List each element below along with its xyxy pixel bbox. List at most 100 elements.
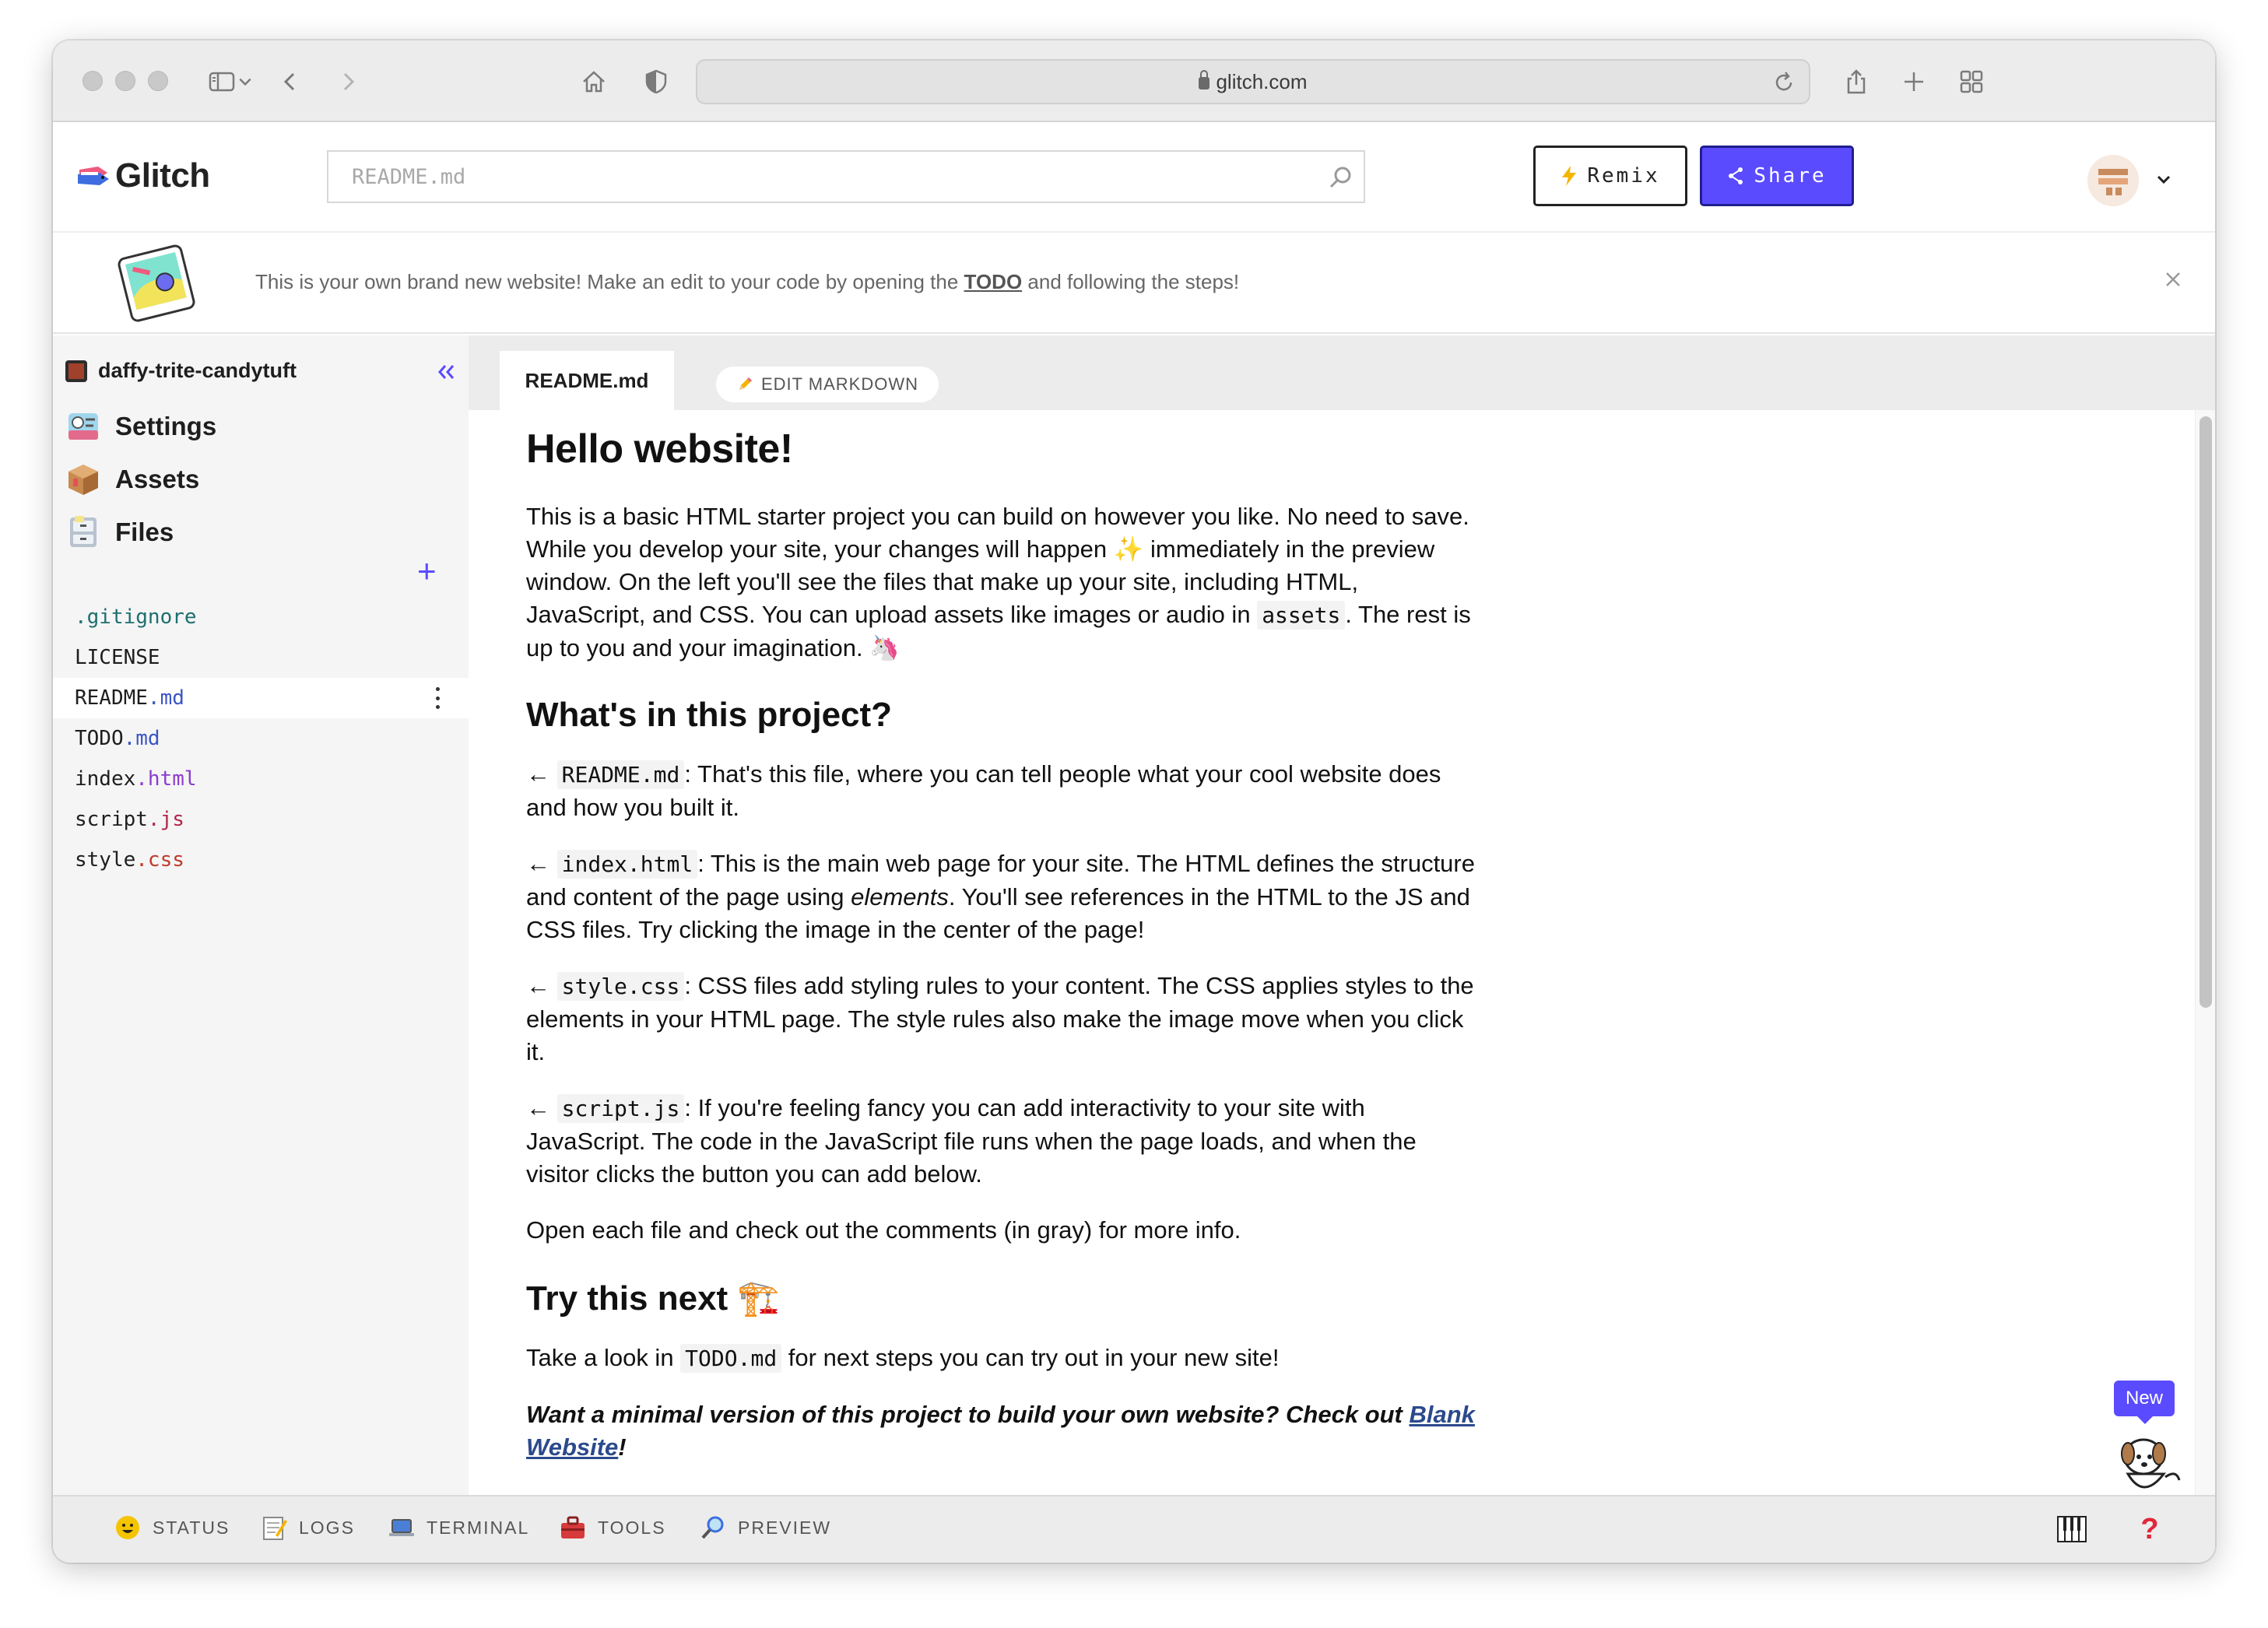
search-input[interactable]: README.md xyxy=(327,150,1365,203)
browser-toolbar: glitch.com xyxy=(53,40,2215,122)
banner-text-end: and following the steps! xyxy=(1022,270,1240,293)
project-item: ← index.html: This is the main web page … xyxy=(526,847,1483,946)
readme-body: Hello website! This is a basic HTML star… xyxy=(526,426,1483,1487)
file-ext: .css xyxy=(135,848,184,872)
scrollbar-thumb[interactable] xyxy=(2200,416,2212,1008)
sidebar-item-assets[interactable]: Assets xyxy=(65,461,199,497)
tools-button[interactable]: TOOLS xyxy=(559,1514,666,1542)
status-label: STATUS xyxy=(153,1517,230,1538)
sidebar-item-files[interactable]: Files xyxy=(65,514,174,550)
home-icon[interactable] xyxy=(576,64,612,100)
project-item: ← README.md: That's this file, where you… xyxy=(526,758,1483,824)
file-base: script xyxy=(75,808,148,831)
glitch-fish-icon xyxy=(78,167,109,185)
piano-icon xyxy=(2057,1516,2087,1542)
tab-overview-icon[interactable] xyxy=(1954,64,1989,100)
avatar[interactable] xyxy=(2087,155,2139,206)
add-file-button[interactable]: + xyxy=(417,555,437,588)
callout-text: Want a minimal version of this project t… xyxy=(526,1401,1410,1428)
file-item-todo[interactable]: TODO .md xyxy=(53,718,469,759)
scrollbar-track[interactable] xyxy=(2195,410,2215,1495)
readme-title: Hello website! xyxy=(526,426,793,472)
next-text: for next steps you can try out in your n… xyxy=(781,1344,1280,1371)
remix-label: Remix xyxy=(1587,164,1660,188)
sidebar: daffy-trite-candytuft Settings Assets Fi… xyxy=(53,335,469,1495)
todo-link[interactable]: TODO xyxy=(964,270,1023,293)
logs-button[interactable]: LOGS xyxy=(260,1514,355,1542)
new-badge[interactable]: New xyxy=(2114,1381,2175,1424)
collapse-sidebar-icon[interactable] xyxy=(433,359,459,385)
sidebar-item-settings[interactable]: Settings xyxy=(65,409,216,444)
remix-button[interactable]: Remix xyxy=(1533,146,1687,206)
settings-icon xyxy=(68,413,98,440)
inline-code: assets xyxy=(1257,601,1346,630)
keyboard-shortcuts-icon[interactable] xyxy=(2056,1514,2087,1545)
back-icon[interactable] xyxy=(272,64,308,100)
assets-label: Assets xyxy=(115,465,200,493)
chevron-down-icon[interactable] xyxy=(233,64,257,100)
help-button[interactable]: ? xyxy=(2134,1513,2165,1546)
search-icon[interactable] xyxy=(1326,163,1356,192)
lightning-icon xyxy=(1562,166,1577,186)
file-item-index[interactable]: index .html xyxy=(53,759,469,799)
tools-label: TOOLS xyxy=(598,1517,666,1538)
dog-mascot-icon[interactable] xyxy=(2105,1423,2190,1500)
close-icon[interactable] xyxy=(2159,265,2187,293)
terminal-button[interactable]: TERMINAL xyxy=(388,1514,529,1542)
file-name: .gitignore xyxy=(75,605,197,629)
minimize-window-button[interactable] xyxy=(115,71,135,91)
toolbox-icon xyxy=(561,1516,585,1539)
logo-text: Glitch xyxy=(115,156,210,195)
address-bar[interactable]: glitch.com xyxy=(696,59,1810,104)
preview-label: PREVIEW xyxy=(738,1517,832,1538)
magnifier-icon xyxy=(701,1516,724,1539)
share-label: Share xyxy=(1754,164,1827,188)
file-item-license[interactable]: LICENSE xyxy=(53,637,469,678)
file-item-readme[interactable]: README .md xyxy=(53,678,469,718)
glitch-logo[interactable]: Glitch xyxy=(76,156,210,195)
logs-label: LOGS xyxy=(299,1517,355,1538)
tab-readme[interactable]: README.md xyxy=(500,351,674,410)
preview-button[interactable]: PREVIEW xyxy=(699,1514,831,1542)
project-name-row[interactable]: daffy-trite-candytuft xyxy=(65,359,297,383)
reload-icon[interactable] xyxy=(1770,68,1798,96)
edit-markdown-label: EDIT MARKDOWN xyxy=(760,374,919,394)
file-base: TODO xyxy=(75,727,124,750)
file-item-gitignore[interactable]: .gitignore xyxy=(53,597,469,637)
browser-window: glitch.com Glitch README.md Remix Share … xyxy=(53,40,2215,1563)
edit-markdown-button[interactable]: EDIT MARKDOWN xyxy=(716,367,939,402)
file-base: style xyxy=(75,848,136,872)
file-ext: .md xyxy=(123,727,160,750)
inline-code: TODO.md xyxy=(680,1344,782,1373)
shield-icon[interactable] xyxy=(638,64,674,100)
forward-icon[interactable] xyxy=(330,64,366,100)
file-item-style[interactable]: style .css xyxy=(53,840,469,880)
files-label: Files xyxy=(115,518,174,546)
files-cabinet-icon xyxy=(70,516,97,547)
intro-paragraph: This is a basic HTML starter project you… xyxy=(526,500,1483,665)
file-name: LICENSE xyxy=(75,646,160,669)
url-text: glitch.com xyxy=(1216,69,1308,93)
heading-text: Try this next xyxy=(526,1279,728,1317)
status-button[interactable]: STATUS xyxy=(114,1514,230,1542)
inline-code: README.md xyxy=(556,760,685,789)
file-item-script[interactable]: script .js xyxy=(53,799,469,840)
share-sheet-icon[interactable] xyxy=(1838,64,1874,100)
file-ext: .md xyxy=(147,686,184,710)
share-button[interactable]: Share xyxy=(1700,146,1854,206)
lock-icon xyxy=(1199,70,1210,89)
sparkles-icon: ✨ xyxy=(1113,535,1144,563)
file-options-icon[interactable] xyxy=(436,687,441,709)
chevron-down-icon[interactable] xyxy=(2153,169,2175,191)
left-arrow-icon: ← xyxy=(526,850,550,877)
zoom-window-button[interactable] xyxy=(148,71,168,91)
emphasis-text: elements xyxy=(851,883,949,910)
close-window-button[interactable] xyxy=(83,71,103,91)
file-ext: .js xyxy=(147,808,184,831)
new-tab-icon[interactable] xyxy=(1896,64,1932,100)
search-placeholder: README.md xyxy=(352,164,466,189)
project-name: daffy-trite-candytuft xyxy=(98,359,297,382)
avatar-image xyxy=(2087,155,2139,206)
inline-code: style.css xyxy=(556,972,685,1001)
smiley-icon xyxy=(116,1516,139,1539)
